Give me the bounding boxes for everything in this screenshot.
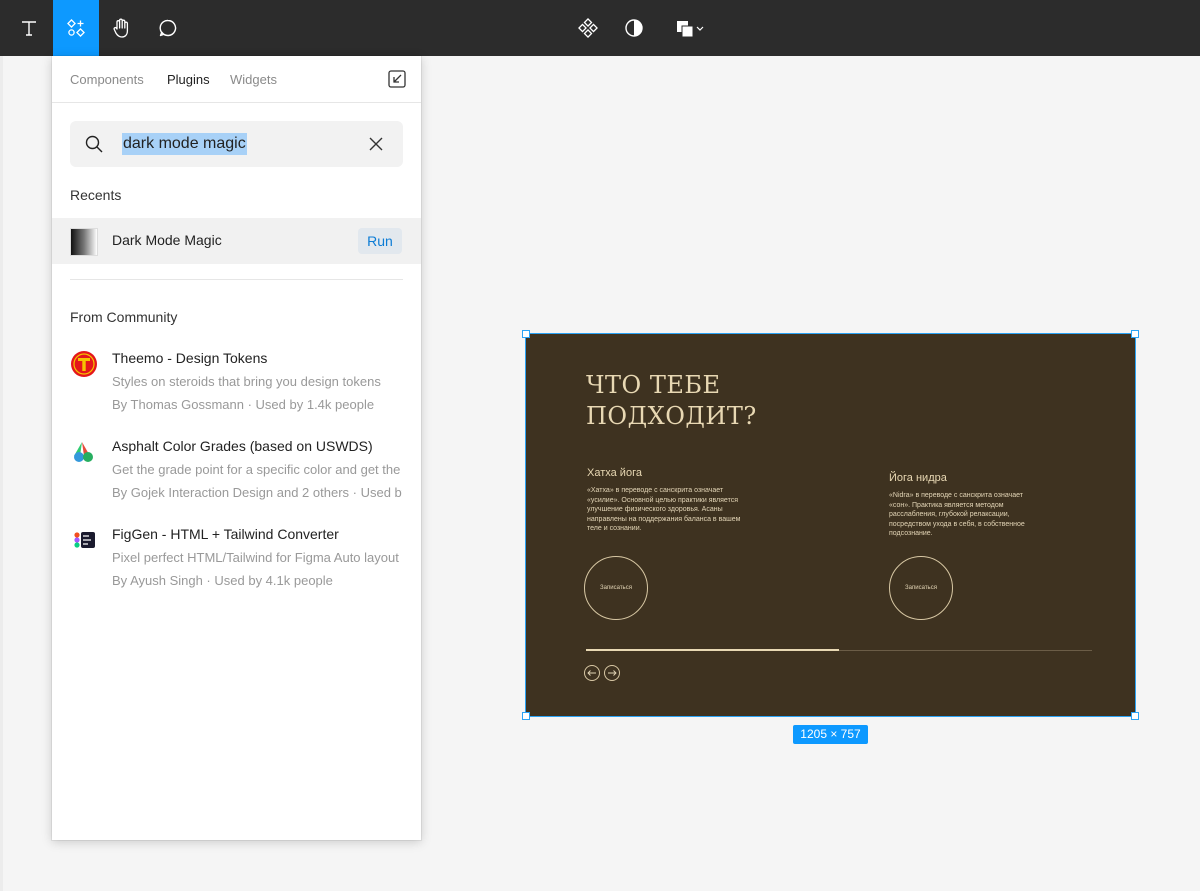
tab-widgets[interactable]: Widgets <box>230 72 277 87</box>
text-tool-button[interactable] <box>6 0 52 56</box>
resize-handle[interactable] <box>1131 712 1139 720</box>
plugin-meta: By Thomas Gossmann · Used by 1.4k people <box>112 397 375 412</box>
tab-components[interactable]: Components <box>70 72 144 87</box>
plugin-search-field[interactable]: dark mode magic <box>70 121 403 167</box>
resources-panel: Components Plugins Widgets dark mode mag… <box>52 56 421 840</box>
plugin-name: Asphalt Color Grades (based on USWDS) <box>112 438 373 454</box>
canvas-gutter <box>0 56 3 891</box>
tab-plugins[interactable]: Plugins <box>167 72 210 87</box>
asphalt-icon <box>74 442 93 462</box>
next-arrow-button[interactable] <box>604 665 620 681</box>
plugin-description: Get the grade point for a specific color… <box>112 462 401 477</box>
community-plugin-item[interactable]: FigGen - HTML + Tailwind Converter Pixel… <box>52 520 421 600</box>
dark-mode-magic-thumbnail <box>70 228 98 256</box>
section-divider <box>70 279 403 280</box>
plugin-description: Styles on steroids that bring you design… <box>112 374 381 389</box>
toolbar <box>0 0 1200 56</box>
plugin-description: Pixel perfect HTML/Tailwind for Figma Au… <box>112 550 399 565</box>
nidra-heading: Йога нидра <box>889 472 947 484</box>
figgen-icon <box>74 532 95 548</box>
hatha-heading: Хатха йога <box>587 467 642 479</box>
frame-title-line: ЧТО ТЕБЕ <box>586 371 721 399</box>
nidra-text: «Nidra» в переводе с санскрита означает … <box>889 492 1025 537</box>
run-button[interactable]: Run <box>358 228 402 254</box>
resize-handle[interactable] <box>522 330 530 338</box>
hand-tool-button[interactable] <box>99 0 145 56</box>
collapse-icon <box>388 70 406 88</box>
community-plugin-item[interactable]: Asphalt Color Grades (based on USWDS) Ge… <box>52 432 421 512</box>
plugin-meta: By Gojek Interaction Design and 2 others… <box>112 485 402 500</box>
hatha-signup-button[interactable]: Записаться <box>584 556 648 620</box>
comment-icon <box>159 19 177 37</box>
frame-size-badge: 1205 × 757 <box>793 725 868 744</box>
clear-search-icon[interactable] <box>368 136 384 152</box>
contrast-icon <box>625 19 643 37</box>
recent-plugin-row[interactable]: Dark Mode Magic Run <box>52 218 421 264</box>
resize-handle[interactable] <box>1131 330 1139 338</box>
recents-heading: Recents <box>70 187 122 203</box>
progress-fill <box>586 649 839 651</box>
frame-title: ЧТО ТЕБЕ ПОДХОДИТ? <box>586 370 757 432</box>
theemo-icon <box>71 351 97 377</box>
collapse-panel-button[interactable] <box>387 69 407 89</box>
community-plugin-item[interactable]: Theemo - Design Tokens Styles on steroid… <box>52 344 421 424</box>
arrow-left-icon <box>587 670 596 676</box>
recent-plugin-name: Dark Mode Magic <box>112 232 222 248</box>
resources-tool-button[interactable] <box>53 0 99 56</box>
hand-icon <box>113 18 129 38</box>
component-icon <box>578 18 598 38</box>
comment-tool-button[interactable] <box>145 0 191 56</box>
community-heading: From Community <box>70 309 178 325</box>
fill-icon <box>677 21 704 38</box>
resources-icon <box>67 19 85 37</box>
search-input[interactable]: dark mode magic <box>122 133 247 155</box>
text-icon <box>22 21 36 36</box>
fill-menu-button[interactable] <box>664 0 714 56</box>
component-button[interactable] <box>565 0 611 56</box>
arrow-right-icon <box>608 670 617 676</box>
nidra-signup-button[interactable]: Записаться <box>889 556 953 620</box>
frame-title-line: ПОДХОДИТ? <box>586 402 757 430</box>
hatha-text: «Хатха» в переводе с санскрита означает … <box>587 487 741 532</box>
plugin-name: Theemo - Design Tokens <box>112 350 268 366</box>
plugin-name: FigGen - HTML + Tailwind Converter <box>112 526 339 542</box>
contrast-button[interactable] <box>611 0 657 56</box>
plugin-meta: By Ayush Singh · Used by 4.1k people <box>112 573 333 588</box>
selected-frame[interactable]: ЧТО ТЕБЕ ПОДХОДИТ? Хатха йога «Хатха» в … <box>525 333 1136 717</box>
panel-tabs: Components Plugins Widgets <box>52 56 421 103</box>
search-icon <box>85 135 103 153</box>
prev-arrow-button[interactable] <box>584 665 600 681</box>
resize-handle[interactable] <box>522 712 530 720</box>
